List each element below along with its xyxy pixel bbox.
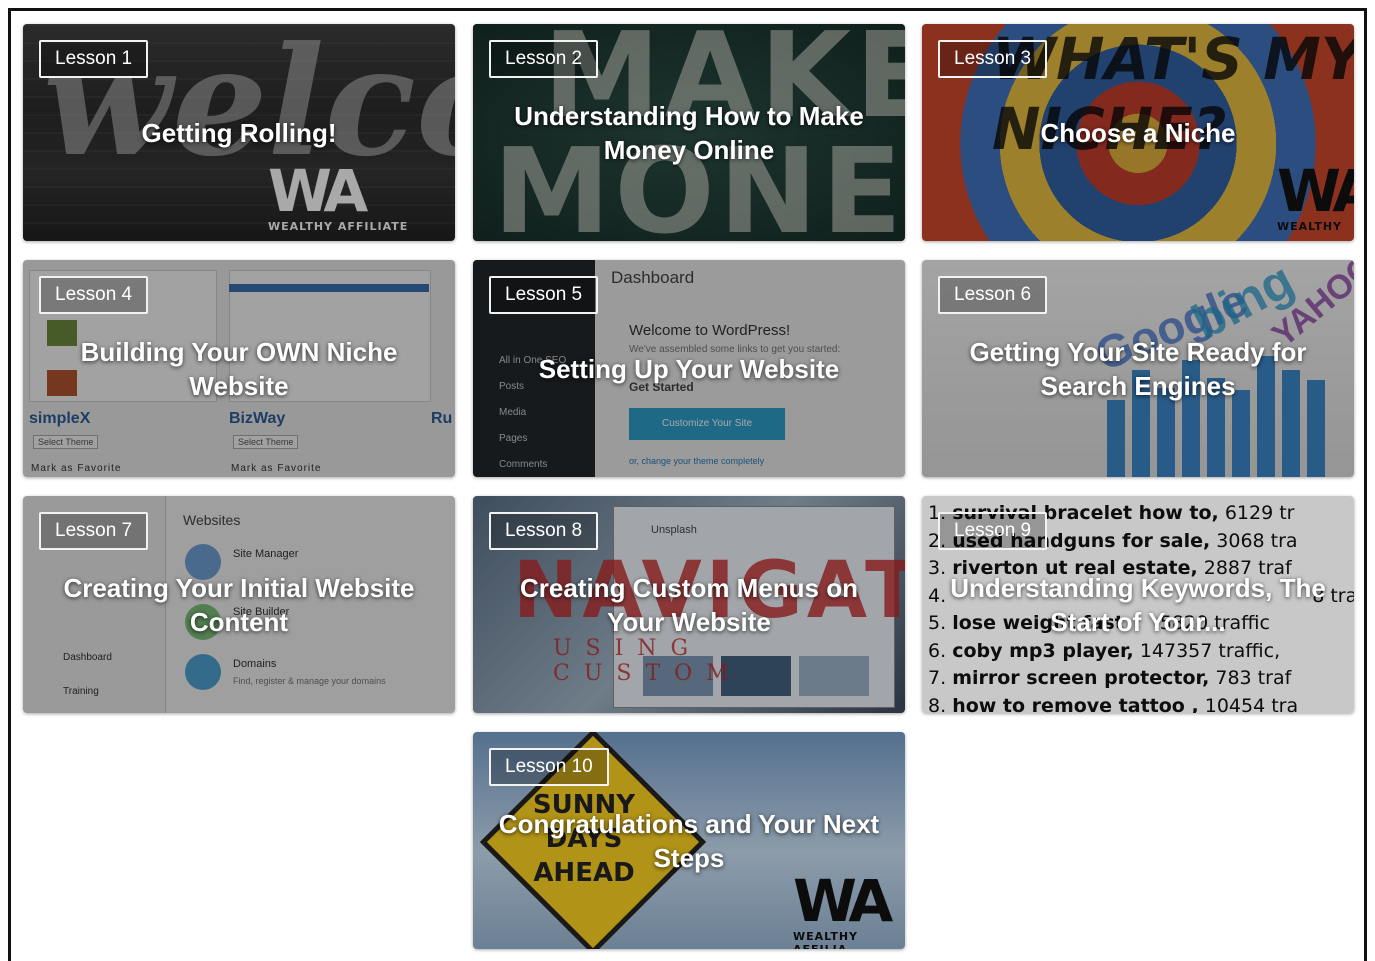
lesson-title: Building Your OWN Niche Website	[80, 336, 398, 401]
lesson-title: Choose a Niche	[1040, 117, 1236, 148]
lesson-card-3[interactable]: WHAT'S MY NICHE? WA WEALTHY Lesson 3 Cho…	[922, 24, 1354, 241]
lesson-card-6[interactable]: Google bing YAHOO! Lesson 6 Getting Your…	[922, 260, 1354, 477]
lesson-title: Congratulations and Your Next Steps	[498, 808, 880, 873]
lesson-title: Understanding How to Make Money Online	[514, 100, 864, 165]
lesson-card-8[interactable]: Unsplash NAVIGAT USING CUSTOM Lesson 8 C…	[473, 496, 905, 713]
lesson-title: Getting Rolling!	[141, 117, 337, 148]
lesson-title: Understanding Keywords, The Start of You…	[950, 572, 1326, 637]
lesson-title: Getting Your Site Ready for Search Engin…	[969, 336, 1307, 401]
lesson-card-4[interactable]: simpleX BizWay Ru Select Theme Select Th…	[23, 260, 455, 477]
lesson-card-9[interactable]: 1. survival bracelet how to, 6129 tr 2. …	[922, 496, 1354, 713]
lesson-title: Setting Up Your Website	[538, 353, 840, 384]
lesson-card-5[interactable]: Dashboard Welcome to WordPress! We've as…	[473, 260, 905, 477]
lesson-title: Creating Custom Menus on Your Website	[519, 572, 858, 637]
lesson-card-2[interactable]: MAKE MONEY Lesson 2 Understanding How to…	[473, 24, 905, 241]
lesson-card-7[interactable]: Websites Site Manager Site Builder Domai…	[23, 496, 455, 713]
lesson-card-1[interactable]: welcom WA WEALTHY AFFILIATE Lesson 1 Get…	[23, 24, 455, 241]
lesson-card-10[interactable]: SUNNY DAYS AHEAD WA WEALTHY AFFILIA Less…	[473, 732, 905, 949]
lesson-title: Creating Your Initial Website Content	[63, 572, 415, 637]
